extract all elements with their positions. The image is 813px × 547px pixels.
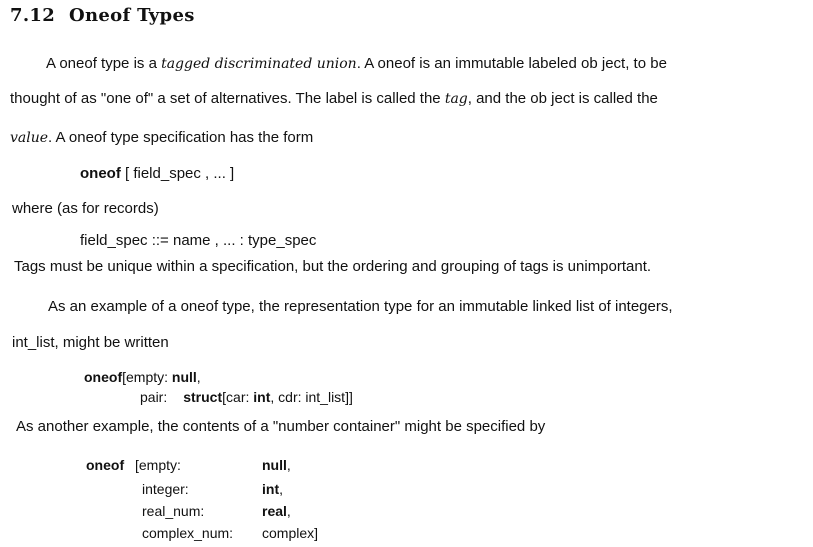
text-run: . A oneof type specification has the for… xyxy=(48,129,314,146)
text-run: , xyxy=(279,481,283,497)
example2-keyword: oneof xyxy=(86,457,124,474)
keyword: real xyxy=(262,503,287,519)
text-run: , and the ob ject is called the xyxy=(467,90,658,107)
document-page: 7.12 Oneof Types A oneof type is a tagged… xyxy=(0,0,813,547)
tags-line: Tags must be unique within a specificati… xyxy=(14,258,652,275)
example2-row-3-field: real_num: xyxy=(142,503,205,519)
section-title: Oneof Types xyxy=(69,5,195,26)
example2-row-4-type: complex] xyxy=(262,525,318,542)
text-run: [car: xyxy=(222,389,254,405)
keyword: null xyxy=(262,457,287,473)
section-number: 7.12 xyxy=(10,5,56,26)
keyword: struct xyxy=(183,389,223,405)
keyword: oneof xyxy=(80,165,121,182)
form-oneof: oneof [ field_spec , ... ] xyxy=(80,165,234,183)
example1-line1: oneof[empty: null, xyxy=(84,369,201,386)
text-run: . A oneof is an immutable labeled ob jec… xyxy=(356,55,667,72)
text-run: ] xyxy=(314,525,319,541)
keyword: oneof xyxy=(86,457,125,473)
emphasis-text: tag xyxy=(444,91,468,107)
para1-line3: value. A oneof type specification has th… xyxy=(10,129,313,147)
keyword: oneof xyxy=(84,369,123,385)
example1-line2: pair: struct[car: int, cdr: int_list]] xyxy=(140,389,353,406)
para1-line1: A oneof type is a tagged discriminated u… xyxy=(46,55,667,73)
text-run: pair: xyxy=(140,389,168,405)
text-run: [ field_spec , ... ] xyxy=(120,165,235,182)
text-run: , xyxy=(196,369,201,385)
text-run: complex xyxy=(262,525,315,541)
example2-row-1-type: null, xyxy=(262,457,291,474)
para2-line1: As an example of a oneof type, the repre… xyxy=(48,298,673,315)
emphasis-text: tagged discriminated union xyxy=(161,56,357,72)
keyword: int xyxy=(262,481,280,497)
keyword: int xyxy=(253,389,271,405)
text-run: A oneof type is a xyxy=(46,55,162,72)
text-run: , cdr: int_list]] xyxy=(270,389,353,405)
text-run: thought of as "one of" a set of alternat… xyxy=(10,90,445,107)
example2-row-2-field: integer: xyxy=(142,481,189,497)
example2-row-4-field: complex_num: xyxy=(142,525,234,541)
text-run: [empty: xyxy=(122,369,172,385)
another-example-line: As another example, the contents of a "n… xyxy=(16,418,546,435)
example2-row-2-type: int, xyxy=(262,481,283,498)
form-field-spec: field_spec ::= name , ... : type_spec xyxy=(80,232,317,249)
section-heading: 7.12 Oneof Types xyxy=(10,5,195,26)
text-run: , xyxy=(286,503,291,519)
example2-row-3-type: real, xyxy=(262,503,291,520)
text-run: , xyxy=(286,457,291,473)
para2-line2: int_list, might be written xyxy=(12,334,169,351)
para1-line2: thought of as "one of" a set of alternat… xyxy=(10,90,658,108)
example2-row-1-field: [empty: xyxy=(135,457,181,473)
emphasis-text: value xyxy=(10,130,49,146)
keyword: null xyxy=(171,369,197,385)
where-line: where (as for records) xyxy=(12,200,159,217)
